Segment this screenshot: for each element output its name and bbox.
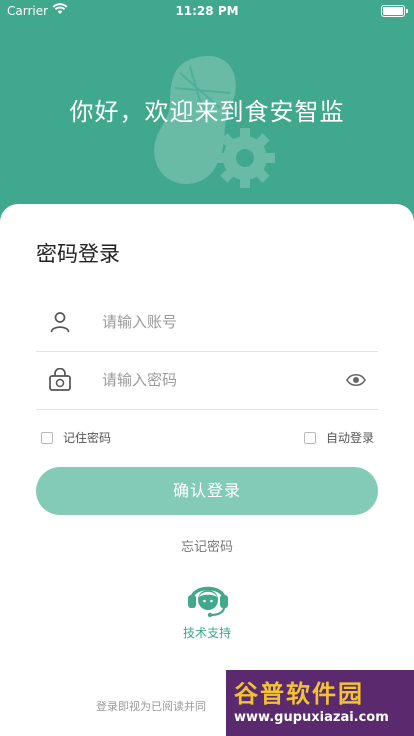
remember-checkbox[interactable] — [41, 431, 53, 444]
auto-login-label: 自动登录 — [326, 431, 375, 445]
account-field — [36, 294, 378, 352]
remember-password-option[interactable]: 记住密码 — [41, 429, 111, 446]
auto-login-option[interactable]: 自动登录 — [304, 429, 374, 446]
status-bar: Carrier 11:28 PM — [0, 0, 414, 22]
welcome-title: 你好，欢迎来到食安智监 — [69, 98, 345, 126]
watermark-url: www.gupuxiazai.com — [234, 710, 389, 725]
password-input[interactable] — [102, 368, 332, 392]
header: Carrier 11:28 PM 你好，欢迎来到食安智监 — [0, 0, 414, 230]
remember-label: 记住密码 — [63, 431, 112, 445]
site-watermark: 谷普软件园 www.gupuxiazai.com — [226, 670, 414, 736]
user-icon — [50, 312, 70, 333]
confirm-login-button[interactable]: 确认登录 — [36, 467, 378, 515]
login-title: 密码登录 — [36, 242, 120, 266]
support-label[interactable]: 技术支持 — [0, 624, 414, 641]
agreement-text: 登录即视为已阅读并同 — [96, 700, 206, 713]
account-input[interactable] — [102, 310, 332, 334]
forgot-password-link[interactable]: 忘记密码 — [0, 536, 414, 555]
battery-icon — [381, 5, 408, 17]
auto-login-checkbox[interactable] — [304, 431, 316, 444]
password-field — [36, 352, 378, 410]
headset-support-icon[interactable] — [185, 575, 231, 619]
watermark-title: 谷普软件园 — [234, 680, 364, 708]
lock-icon — [49, 368, 71, 391]
status-time: 11:28 PM — [175, 4, 239, 18]
login-card: 密码登录 记住密码 自动登录 确认登录 忘记密码 — [0, 204, 414, 736]
eye-icon[interactable] — [346, 372, 366, 388]
